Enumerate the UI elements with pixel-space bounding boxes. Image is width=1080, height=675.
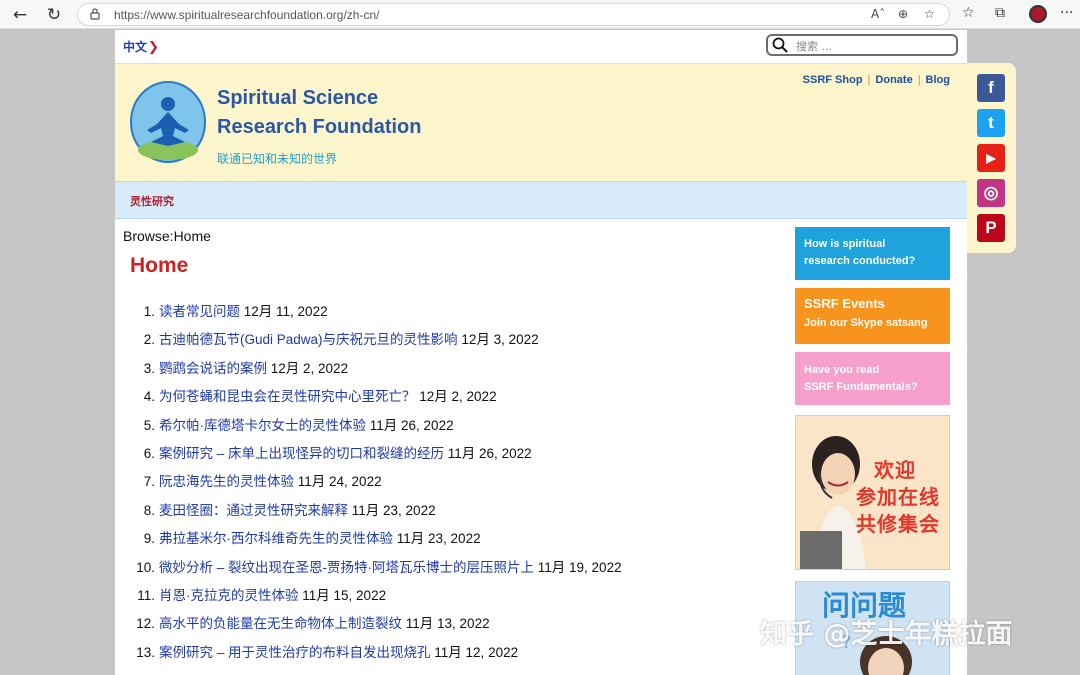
article-link[interactable]: 弗拉基米尔·西尔科维奇先生的灵性体验 xyxy=(159,531,393,546)
language-label: 中文 xyxy=(123,40,148,54)
menu-item-spiritual-research[interactable]: 灵性研究 xyxy=(130,193,174,209)
fundamentals-promo-box[interactable]: Have you read SSRF Fundamentals? xyxy=(795,352,950,405)
online-satsang-banner[interactable]: 欢迎 参加在线 共修集会 xyxy=(795,415,950,570)
article-date: 12月 11, 2022 xyxy=(243,304,328,319)
favorites-icon[interactable]: ☆ xyxy=(962,5,975,21)
profile-avatar[interactable] xyxy=(1029,5,1047,23)
donate-link[interactable]: Donate xyxy=(875,74,912,86)
site-topbar: 中文❯ 搜索 ... xyxy=(115,30,967,63)
facebook-icon[interactable]: f xyxy=(977,74,1005,102)
article-date: 12月 2, 2022 xyxy=(270,360,349,376)
promo-line: Have you read xyxy=(804,364,880,376)
address-bar[interactable]: https://www.spiritualresearchfoundation.… xyxy=(77,3,950,26)
search-box[interactable]: 搜索 ... xyxy=(766,34,958,56)
web-page: 中文❯ 搜索 ... Spiritual Science Research Fo… xyxy=(115,30,967,675)
article-date: 11月 26, 2022 xyxy=(447,445,532,461)
article-date: 11月 13, 2022 xyxy=(405,616,490,632)
article-date: 11月 19, 2022 xyxy=(537,559,622,575)
org-name-line1[interactable]: Spiritual Science xyxy=(217,87,378,110)
article-date: 12月 3, 2022 xyxy=(461,332,539,348)
org-name-line2[interactable]: Research Foundation xyxy=(217,116,421,139)
article-date: 11月 15, 2022 xyxy=(302,587,387,603)
list-item: 5. 希尔帕·库德塔卡尔女士的灵性体验 11月 26, 2022 xyxy=(143,417,454,433)
article-link[interactable]: 希尔帕·库德塔卡尔女士的灵性体验 xyxy=(159,418,366,433)
article-date: 11月 26, 2022 xyxy=(369,417,454,433)
list-item: 8. 麦田怪圈：通过灵性研究来解释 11月 23, 2022 xyxy=(143,502,436,518)
top-links: SSRF Shop | Donate | Blog xyxy=(802,74,950,86)
list-item: 9. 弗拉基米尔·西尔科维奇先生的灵性体验 11月 23, 2022 xyxy=(143,531,481,547)
article-date: 11月 23, 2022 xyxy=(351,502,436,518)
url-text[interactable]: https://www.spiritualresearchfoundation.… xyxy=(114,8,379,22)
list-item: 12. 高水平的负能量在无生命物体上制造裂纹 11月 13, 2022 xyxy=(136,616,490,632)
search-placeholder: 搜索 ... xyxy=(796,40,832,53)
article-link[interactable]: 案例研究 – 用于灵性治疗的布料自发出现烧孔 xyxy=(159,645,431,660)
list-item: 11. 肖恩·克拉克的灵性体验 11月 15, 2022 xyxy=(137,587,387,603)
ssrf-logo-icon[interactable] xyxy=(129,80,207,164)
promo-line: SSRF Fundamentals? xyxy=(804,381,918,393)
banner-text-line: 共修集会 xyxy=(856,512,940,536)
research-promo-box[interactable]: How is spiritual research conducted? xyxy=(795,227,950,280)
promo-line: research conducted? xyxy=(804,255,916,267)
events-subtitle: Join our Skype satsang xyxy=(804,317,928,329)
youtube-icon[interactable]: ▶ xyxy=(977,144,1005,172)
article-link[interactable]: 高水平的负能量在无生命物体上制造裂纹 xyxy=(159,616,402,631)
lock-icon xyxy=(90,8,100,20)
zhihu-watermark: 知乎 @芝士年糕拉面 xyxy=(760,619,1013,650)
breadcrumb: Browse:Home xyxy=(123,228,211,244)
browser-toolbar: ← ↻ https://www.spiritualresearchfoundat… xyxy=(0,0,1080,29)
main-menu: 灵性研究 xyxy=(115,181,967,219)
list-item: 10. 微妙分析 – 裂纹出现在圣恩-贾扬特·阿塔瓦乐博士的层压照片上 11月 1… xyxy=(136,559,622,575)
site-header: Spiritual Science Research Foundation 联通… xyxy=(115,63,967,181)
social-share-panel: f t ▶ ◎ P xyxy=(967,63,1016,253)
list-item: 3. 鹦鹉会说话的案例 12月 2, 2022 xyxy=(143,360,349,376)
article-date: 12月 2, 2022 xyxy=(419,389,497,405)
banner-text-line: 参加在线 xyxy=(856,485,940,509)
list-item: 6. 案例研究 – 床单上出现怪异的切口和裂缝的经历 11月 26, 2022 xyxy=(143,445,532,461)
twitter-icon[interactable]: t xyxy=(977,109,1005,137)
article-date: 11月 24, 2022 xyxy=(297,474,382,490)
events-title: SSRF Events xyxy=(804,296,885,311)
chevron-down-icon: ❯ xyxy=(148,40,159,55)
tagline: 联通已知和未知的世界 xyxy=(217,152,338,166)
events-promo-box[interactable]: SSRF Events Join our Skype satsang xyxy=(795,288,950,344)
zoom-icon[interactable]: ⊕ xyxy=(898,7,908,21)
article-date: 11月 23, 2022 xyxy=(396,531,481,547)
article-link[interactable]: 读者常见问题 xyxy=(159,304,240,319)
article-link[interactable]: 为何苍蝇和昆虫会在灵性研究中心里死亡？ xyxy=(159,389,416,404)
article-link[interactable]: 案例研究 – 床单上出现怪异的切口和裂缝的经历 xyxy=(159,446,444,461)
back-arrow-icon[interactable]: ← xyxy=(9,4,31,26)
refresh-icon[interactable]: ↻ xyxy=(43,4,65,26)
article-link[interactable]: 鹦鹉会说话的案例 xyxy=(159,361,267,376)
read-aloud-icon[interactable]: Aˆ xyxy=(871,7,885,21)
instagram-icon[interactable]: ◎ xyxy=(977,179,1005,207)
list-item: 7. 阮忠海先生的灵性体验 11月 24, 2022 xyxy=(143,474,382,490)
article-list: 1. 读者常见问题 12月 11, 2022 2. 古迪帕德瓦节(Gudi Padw… xyxy=(131,300,791,669)
list-item: 4. 为何苍蝇和昆虫会在灵性研究中心里死亡？ 12月 2, 2022 xyxy=(143,389,497,405)
list-item: 1. 读者常见问题 12月 11, 2022 xyxy=(143,304,328,319)
collections-icon[interactable]: ⧉ xyxy=(995,5,1005,21)
page-title: Home xyxy=(130,254,189,277)
search-icon xyxy=(772,37,788,53)
favorite-add-icon[interactable]: ☆ xyxy=(924,7,935,21)
banner-text-line: 欢迎 xyxy=(874,458,916,482)
article-link[interactable]: 古迪帕德瓦节(Gudi Padwa)与庆祝元旦的灵性影响 xyxy=(159,332,458,347)
article-date: 11月 12, 2022 xyxy=(434,644,519,660)
list-item: 13. 案例研究 – 用于灵性治疗的布料自发出现烧孔 11月 12, 2022 xyxy=(136,644,519,660)
article-link[interactable]: 肖恩·克拉克的灵性体验 xyxy=(159,588,299,603)
language-selector[interactable]: 中文❯ xyxy=(123,38,159,55)
more-menu-icon[interactable]: ··· xyxy=(1060,5,1073,21)
article-link[interactable]: 麦田怪圈：通过灵性研究来解释 xyxy=(159,503,348,518)
blog-link[interactable]: Blog xyxy=(926,74,950,86)
pinterest-icon[interactable]: P xyxy=(977,214,1005,242)
shop-link[interactable]: SSRF Shop xyxy=(803,74,863,86)
list-item: 2. 古迪帕德瓦节(Gudi Padwa)与庆祝元旦的灵性影响 12月 3, 20… xyxy=(143,332,539,348)
promo-line: How is spiritual xyxy=(804,238,886,250)
article-link[interactable]: 阮忠海先生的灵性体验 xyxy=(159,474,294,489)
article-link[interactable]: 微妙分析 – 裂纹出现在圣恩-贾扬特·阿塔瓦乐博士的层压照片上 xyxy=(159,560,534,575)
